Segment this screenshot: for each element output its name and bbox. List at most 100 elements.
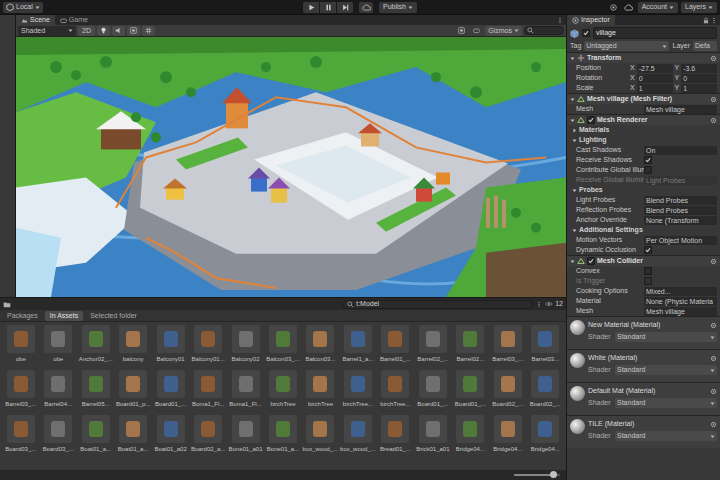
asset-item[interactable]: box_wood_... <box>302 415 339 460</box>
asset-item[interactable]: Bread01_... <box>377 415 414 460</box>
zoom-handle[interactable] <box>550 471 557 478</box>
shading-dropdown[interactable]: Shaded <box>18 26 76 36</box>
asset-item[interactable]: Barrel03_... <box>489 325 526 370</box>
shader-dropdown[interactable]: Standard <box>615 398 717 408</box>
asset-item[interactable]: Anchor02_... <box>77 325 114 370</box>
asset-item[interactable]: obe <box>39 325 76 370</box>
project-search[interactable]: t:Model <box>343 300 533 309</box>
asset-item[interactable]: Board01_... <box>152 370 189 415</box>
value-field[interactable]: Per Object Motion <box>644 236 717 245</box>
collab-button[interactable] <box>359 2 373 13</box>
property-checkbox[interactable] <box>644 246 652 254</box>
value-field[interactable]: Blend Probes <box>644 196 717 205</box>
asset-item[interactable]: Barrel02... <box>452 325 489 370</box>
asset-item[interactable]: Barrel02_... <box>414 325 451 370</box>
asset-item[interactable]: Brick01_a01 <box>414 415 451 460</box>
asset-item[interactable]: Boat01_a... <box>77 415 114 460</box>
value-field[interactable]: Mixed... <box>644 287 717 296</box>
grid-toggle[interactable] <box>142 26 155 36</box>
asset-item[interactable]: Board01_... <box>452 370 489 415</box>
asset-item[interactable]: birchTree <box>264 370 301 415</box>
asset-item[interactable]: Bridge04... <box>527 415 564 460</box>
property-checkbox[interactable] <box>644 156 652 164</box>
services-button[interactable] <box>608 2 620 13</box>
component-checkbox[interactable] <box>587 257 595 265</box>
component-header[interactable]: Transform <box>567 52 720 63</box>
pause-button[interactable] <box>320 2 336 13</box>
inspector-tab[interactable]: Inspector <box>567 15 615 25</box>
name-field[interactable]: village <box>593 27 717 39</box>
asset-item[interactable]: Board01_p... <box>114 370 151 415</box>
asset-item[interactable]: Board03_... <box>2 415 39 460</box>
asset-item[interactable]: Balcony02 <box>227 325 264 370</box>
scope-tab[interactable]: In Assets <box>45 311 83 321</box>
scene-tab[interactable]: Game <box>55 15 93 25</box>
2d-toggle[interactable]: 2D <box>78 26 95 36</box>
asset-item[interactable]: Balcon03_... <box>264 325 301 370</box>
account-dropdown[interactable]: Account <box>638 2 678 13</box>
asset-item[interactable]: Board03_... <box>39 415 76 460</box>
tag-dropdown[interactable]: Untagged <box>584 41 669 51</box>
component-header[interactable]: Mesh Renderer <box>567 114 720 125</box>
asset-item[interactable]: Balcony01 <box>152 325 189 370</box>
value-field[interactable]: Mesh village <box>644 307 717 316</box>
asset-item[interactable]: Bridge04... <box>452 415 489 460</box>
asset-item[interactable]: obe <box>2 325 39 370</box>
cloud-button[interactable] <box>623 2 635 13</box>
value-field[interactable]: On <box>644 146 717 155</box>
asset-item[interactable]: Balcony01... <box>189 325 226 370</box>
asset-item[interactable]: Board02_... <box>527 370 564 415</box>
value-field[interactable]: Mesh village <box>644 105 717 114</box>
value-field[interactable]: None (Transform <box>644 216 717 225</box>
shader-dropdown[interactable]: Standard <box>615 431 717 441</box>
component-header[interactable]: Mesh Collider <box>567 255 720 266</box>
scope-tab[interactable]: Packages <box>2 311 43 321</box>
step-button[interactable] <box>337 2 353 13</box>
play-button[interactable] <box>303 2 319 13</box>
publish-dropdown[interactable]: Publish <box>379 2 417 13</box>
context-dropdown[interactable]: Local <box>3 2 43 13</box>
asset-item[interactable]: Bridge04... <box>489 415 526 460</box>
asset-item[interactable]: box_wood_... <box>339 415 376 460</box>
audio-toggle[interactable] <box>112 26 125 36</box>
asset-item[interactable]: Bone01_a01 <box>227 415 264 460</box>
number-field[interactable]: 0 <box>681 74 717 83</box>
asset-item[interactable]: Barrel01_... <box>377 325 414 370</box>
asset-item[interactable]: Board02_a... <box>189 415 226 460</box>
asset-item[interactable]: Barrel03... <box>527 325 564 370</box>
component-header[interactable]: Mesh village (Mesh Filter) <box>567 93 720 104</box>
asset-item[interactable]: Barrel05... <box>77 370 114 415</box>
component-checkbox[interactable] <box>587 116 595 124</box>
asset-item[interactable]: Boma1_Fl... <box>227 370 264 415</box>
asset-item[interactable]: Boma1_Fl... <box>189 370 226 415</box>
asset-item[interactable]: balcony <box>114 325 151 370</box>
asset-item[interactable]: birchTree... <box>339 370 376 415</box>
section-header[interactable]: Lighting <box>570 135 717 145</box>
asset-item[interactable]: Board01_... <box>414 370 451 415</box>
property-checkbox[interactable] <box>644 166 652 174</box>
shader-dropdown[interactable]: Standard <box>615 365 717 375</box>
layer-dropdown[interactable]: Defa <box>693 41 717 51</box>
number-field[interactable]: 1 <box>637 84 673 93</box>
gizmos-dropdown[interactable]: Gizmos <box>485 26 522 36</box>
asset-item[interactable]: birchTree... <box>377 370 414 415</box>
active-checkbox[interactable] <box>582 29 590 37</box>
number-field[interactable]: 1 <box>681 84 717 93</box>
scene-tab[interactable]: Scene <box>16 15 55 25</box>
number-field[interactable]: -27.5 <box>637 64 673 73</box>
asset-item[interactable]: Barrel04... <box>39 370 76 415</box>
section-header[interactable]: Probes <box>570 185 717 195</box>
section-header[interactable]: Materials <box>570 125 717 135</box>
value-field[interactable]: None (Physic Materia <box>644 297 717 306</box>
property-checkbox[interactable] <box>644 267 652 275</box>
asset-item[interactable]: Barrel1_a... <box>339 325 376 370</box>
number-field[interactable]: -3.6 <box>681 64 717 73</box>
section-header[interactable]: Additional Settings <box>570 225 717 235</box>
lighting-toggle[interactable] <box>97 26 110 36</box>
asset-item[interactable]: Board02_... <box>489 370 526 415</box>
scene-search[interactable] <box>524 26 564 35</box>
shader-dropdown[interactable]: Standard <box>615 332 717 342</box>
layers-dropdown[interactable]: Layers <box>681 2 717 13</box>
number-field[interactable]: 0 <box>637 74 673 83</box>
asset-item[interactable]: Bone01_a... <box>264 415 301 460</box>
